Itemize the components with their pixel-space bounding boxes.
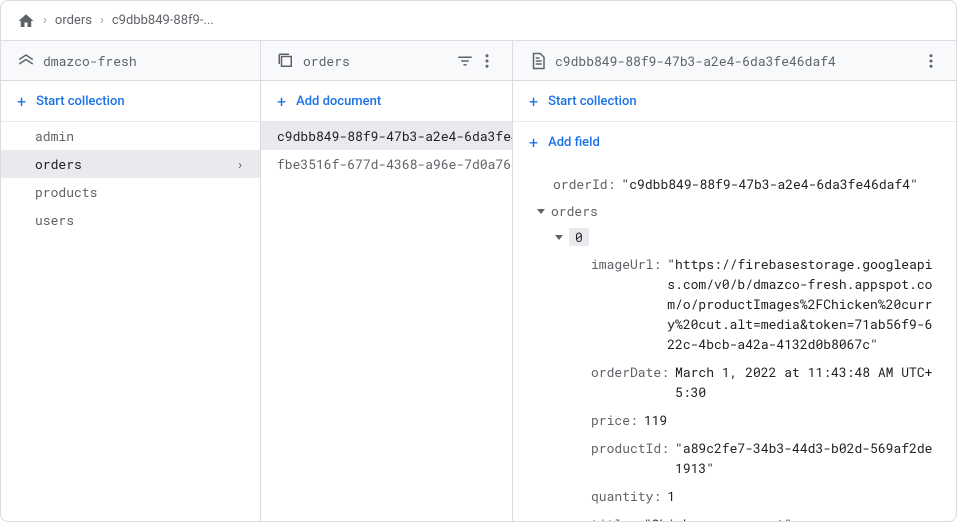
collection-item-label: orders [35,155,82,173]
field-key: price: [591,410,638,430]
document-title: c9dbb849-88f9-47b3-a2e4-6da3fe46daf4 [555,52,914,70]
field-key: productId: [591,438,669,458]
field-key: imageUrl: [591,254,661,274]
add-field-button[interactable]: + Add field [513,122,956,162]
field-key: orderId: [553,174,615,194]
database-title: dmazco-fresh [43,52,244,70]
panel-document: c9dbb849-88f9-47b3-a2e4-6da3fe46daf4 + S… [513,41,956,521]
panel-database-header: dmazco-fresh [1,41,260,81]
field-value: https://firebasestorage.googleapis.com/v… [667,254,940,354]
add-document-button[interactable]: + Add document [261,81,512,121]
field-value: a89c2fe7-34b3-44d3-b02d-569af2de1913 [675,438,940,478]
caret-down-icon[interactable] [555,235,563,240]
breadcrumb: › orders › c9dbb849-88f9-... [1,1,956,41]
field-value: Chicken curry cut [644,514,792,521]
array-index-0[interactable]: 0 [513,224,956,250]
field-value: 1 [667,486,675,506]
collection-item-products[interactable]: products [1,178,260,206]
plus-icon: + [277,92,286,111]
collection-item-admin[interactable]: admin [1,122,260,150]
chevron-right-icon: › [236,155,244,173]
field-key: orders [551,202,598,220]
add-document-label: Add document [296,94,381,109]
field-value: March 1, 2022 at 11:43:48 AM UTC+5:30 [675,362,940,402]
collection-icon [277,52,295,70]
field-orderDate[interactable]: orderDate: March 1, 2022 at 11:43:48 AM … [513,358,956,406]
field-value: 119 [644,410,667,430]
field-title[interactable]: title: Chicken curry cut [513,510,956,521]
chevron-right-icon: › [100,13,104,28]
filter-icon[interactable] [456,52,474,70]
start-collection-label: Start collection [548,94,636,109]
document-item[interactable]: c9dbb849-88f9-47b3-a2e4-6da3fe46daf [261,122,512,150]
plus-icon: + [529,92,538,111]
add-field-label: Add field [548,135,600,150]
field-productId[interactable]: productId: a89c2fe7-34b3-44d3-b02d-569af… [513,434,956,482]
start-collection-button[interactable]: + Start collection [1,81,260,121]
field-orderId[interactable]: orderId: c9dbb849-88f9-47b3-a2e4-6da3fe4… [513,170,956,198]
field-value: c9dbb849-88f9-47b3-a2e4-6da3fe46daf4 [621,174,917,194]
collection-item-users[interactable]: users [1,206,260,234]
plus-icon: + [17,92,26,111]
document-item[interactable]: fbe3516f-677d-4368-a96e-7d0a76c0641 [261,150,512,178]
start-collection-label: Start collection [36,94,124,109]
collection-item-orders[interactable]: orders › [1,150,260,178]
plus-icon: + [529,133,538,152]
field-quantity[interactable]: quantity: 1 [513,482,956,510]
document-list: c9dbb849-88f9-47b3-a2e4-6da3fe46daf fbe3… [261,122,512,521]
array-index-label: 0 [569,228,589,246]
field-imageUrl[interactable]: imageUrl: https://firebasestorage.google… [513,250,956,358]
more-vert-icon[interactable] [478,52,496,70]
panel-collection-header: orders [261,41,512,81]
document-fields: orderId: c9dbb849-88f9-47b3-a2e4-6da3fe4… [513,162,956,521]
field-price[interactable]: price: 119 [513,406,956,434]
breadcrumb-doc[interactable]: c9dbb849-88f9-... [112,13,214,28]
field-key: title: [591,514,638,521]
panel-collection: orders + Add document c9dbb849-88f9-47b3… [261,41,513,521]
chevron-right-icon: › [43,13,47,28]
collection-title: orders [303,52,448,70]
start-collection-button[interactable]: + Start collection [513,81,956,121]
database-icon [17,52,35,70]
more-vert-icon[interactable] [922,52,940,70]
home-icon[interactable] [17,12,35,30]
field-key: orderDate: [591,362,669,382]
collection-list: admin orders › products users [1,122,260,521]
breadcrumb-orders[interactable]: orders [55,13,92,28]
panel-database: dmazco-fresh + Start collection admin or… [1,41,261,521]
document-icon [529,52,547,70]
caret-down-icon[interactable] [537,209,545,214]
field-key: quantity: [591,486,661,506]
field-orders[interactable]: orders [513,198,956,224]
panel-document-header: c9dbb849-88f9-47b3-a2e4-6da3fe46daf4 [513,41,956,81]
